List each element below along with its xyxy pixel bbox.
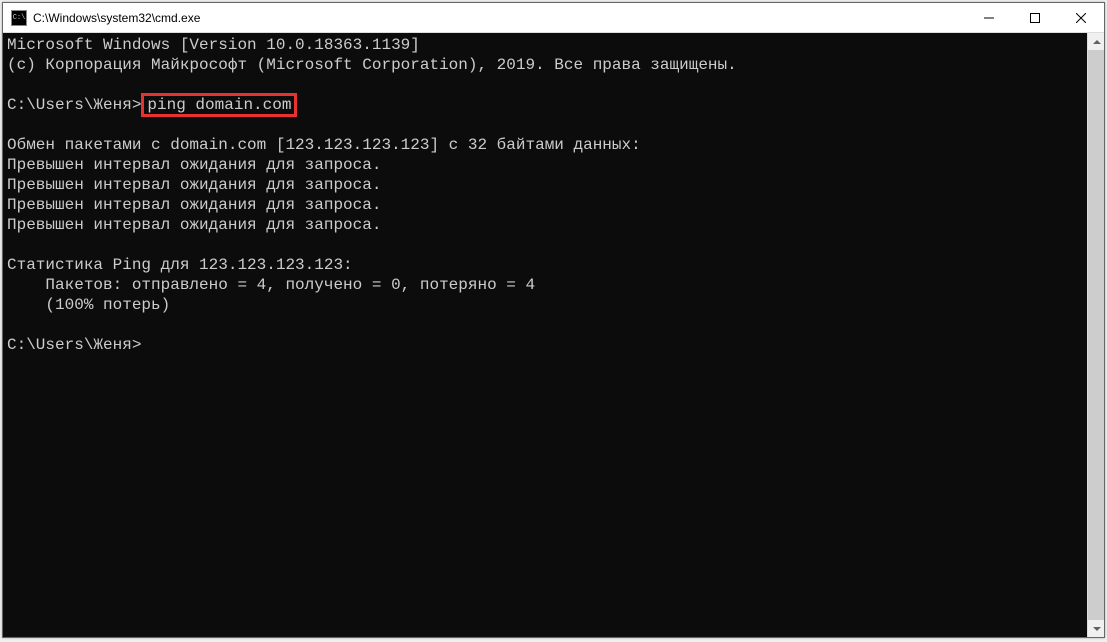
maximize-button[interactable]	[1012, 3, 1058, 33]
version-line: Microsoft Windows [Version 10.0.18363.11…	[7, 36, 420, 54]
stats-header: Статистика Ping для 123.123.123.123:	[7, 256, 353, 274]
prompt-prefix: C:\Users\Женя>	[7, 96, 141, 114]
window-controls	[966, 3, 1104, 33]
terminal[interactable]: Microsoft Windows [Version 10.0.18363.11…	[3, 33, 1087, 637]
app-icon-label: C:\	[13, 14, 26, 22]
highlighted-command: ping domain.com	[141, 93, 297, 117]
ping-timeout: Превышен интервал ожидания для запроса.	[7, 156, 381, 174]
ping-timeout: Превышен интервал ожидания для запроса.	[7, 216, 381, 234]
cmd-window: C:\ C:\Windows\system32\cmd.exe Microsof…	[2, 2, 1105, 638]
vertical-scrollbar[interactable]	[1087, 33, 1104, 637]
terminal-area: Microsoft Windows [Version 10.0.18363.11…	[3, 33, 1104, 637]
app-icon: C:\	[11, 10, 27, 26]
stats-packets: Пакетов: отправлено = 4, получено = 0, п…	[7, 276, 535, 294]
close-button[interactable]	[1058, 3, 1104, 33]
scroll-down-arrow-icon[interactable]	[1088, 620, 1104, 637]
minimize-button[interactable]	[966, 3, 1012, 33]
prompt: C:\Users\Женя>	[7, 336, 141, 354]
titlebar[interactable]: C:\ C:\Windows\system32\cmd.exe	[3, 3, 1104, 33]
ping-timeout: Превышен интервал ожидания для запроса.	[7, 176, 381, 194]
copyright-line: (c) Корпорация Майкрософт (Microsoft Cor…	[7, 56, 737, 74]
ping-header: Обмен пакетами с domain.com [123.123.123…	[7, 136, 641, 154]
ping-timeout: Превышен интервал ожидания для запроса.	[7, 196, 381, 214]
stats-loss: (100% потерь)	[7, 296, 170, 314]
scroll-up-arrow-icon[interactable]	[1088, 33, 1104, 50]
window-title: C:\Windows\system32\cmd.exe	[33, 11, 966, 25]
scroll-thumb[interactable]	[1088, 50, 1104, 620]
